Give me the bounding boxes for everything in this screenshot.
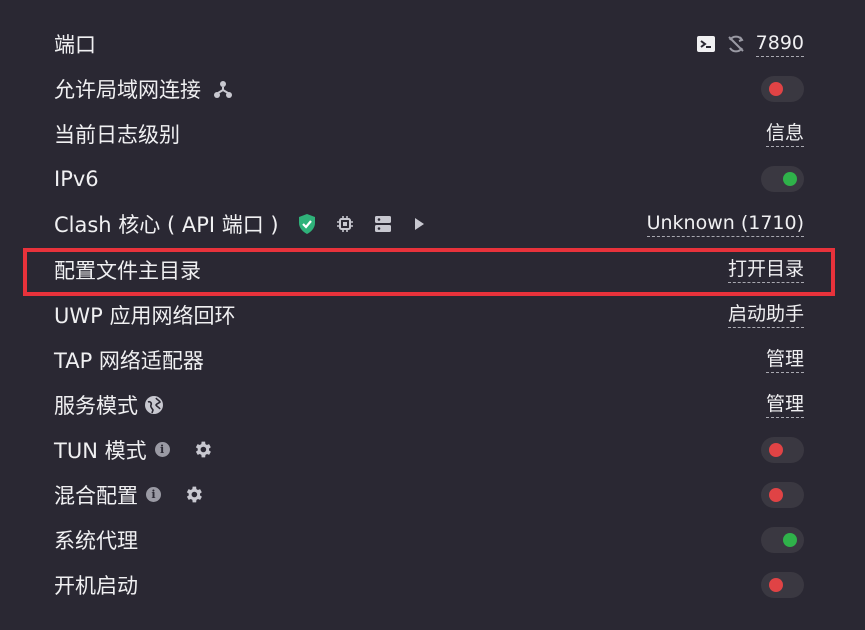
gear-icon[interactable]	[192, 439, 213, 460]
uwp-loopback-label: UWP 应用网络回环	[54, 303, 236, 328]
service-manage-button[interactable]: 管理	[765, 392, 804, 418]
system-proxy-toggle[interactable]	[761, 526, 804, 553]
row-tun-mode: TUN 模式 i	[54, 427, 804, 472]
shuffle-icon[interactable]	[726, 34, 746, 54]
allow-lan-label: 允许局域网连接	[54, 77, 201, 102]
launch-helper-button[interactable]: 启动助手	[727, 302, 804, 328]
mixin-toggle[interactable]	[761, 481, 804, 508]
clash-core-value[interactable]: Unknown (1710)	[646, 211, 804, 237]
server-icon[interactable]	[373, 214, 393, 234]
row-system-proxy: 系统代理	[54, 517, 804, 562]
info-icon[interactable]: i	[154, 442, 170, 457]
tap-manage-button[interactable]: 管理	[765, 347, 804, 373]
row-allow-lan: 允许局域网连接	[54, 66, 804, 111]
info-icon[interactable]: i	[146, 487, 161, 502]
tap-adapter-label: TAP 网络适配器	[54, 348, 204, 373]
row-tap-adapter: TAP 网络适配器 管理	[54, 337, 804, 382]
log-level-value[interactable]: 信息	[765, 121, 804, 147]
chip-icon[interactable]	[335, 214, 355, 234]
row-uwp-loopback: UWP 应用网络回环 启动助手	[54, 292, 804, 337]
row-mixin: 混合配置 i	[54, 472, 804, 517]
port-value[interactable]: 7890	[755, 31, 804, 57]
globe-icon	[144, 395, 164, 415]
auto-start-label: 开机启动	[54, 573, 138, 598]
row-clash-core: Clash 核心 ( API 端口 ) Unknown (1710)	[54, 201, 804, 246]
port-label: 端口	[54, 32, 96, 57]
service-mode-label: 服务模式	[54, 393, 138, 418]
tun-mode-toggle[interactable]	[761, 436, 804, 463]
row-log-level: 当前日志级别 信息	[54, 111, 804, 156]
system-proxy-label: 系统代理	[54, 528, 138, 553]
play-icon[interactable]	[411, 215, 427, 233]
ipv6-toggle[interactable]	[761, 165, 804, 192]
row-auto-start: 开机启动	[54, 562, 804, 607]
clash-core-label: Clash 核心 ( API 端口 )	[54, 212, 279, 237]
gear-icon[interactable]	[183, 484, 204, 505]
highlight-box	[23, 248, 835, 296]
settings-panel: 端口 7890 允许局域网连接 当前日志级别 信息 IPv6 Clash 核心 …	[0, 0, 865, 630]
shield-check-icon[interactable]	[297, 213, 317, 235]
tun-mode-label: TUN 模式	[54, 438, 147, 463]
allow-lan-toggle[interactable]	[761, 75, 804, 102]
ipv6-label: IPv6	[54, 166, 99, 191]
row-service-mode: 服务模式 管理	[54, 382, 804, 427]
auto-start-toggle[interactable]	[761, 571, 804, 598]
row-ipv6: IPv6	[54, 156, 804, 201]
mixin-label: 混合配置	[54, 483, 138, 508]
row-port: 端口 7890	[54, 21, 804, 66]
terminal-icon[interactable]	[696, 35, 716, 53]
network-icon	[213, 79, 233, 99]
log-level-label: 当前日志级别	[54, 122, 180, 147]
